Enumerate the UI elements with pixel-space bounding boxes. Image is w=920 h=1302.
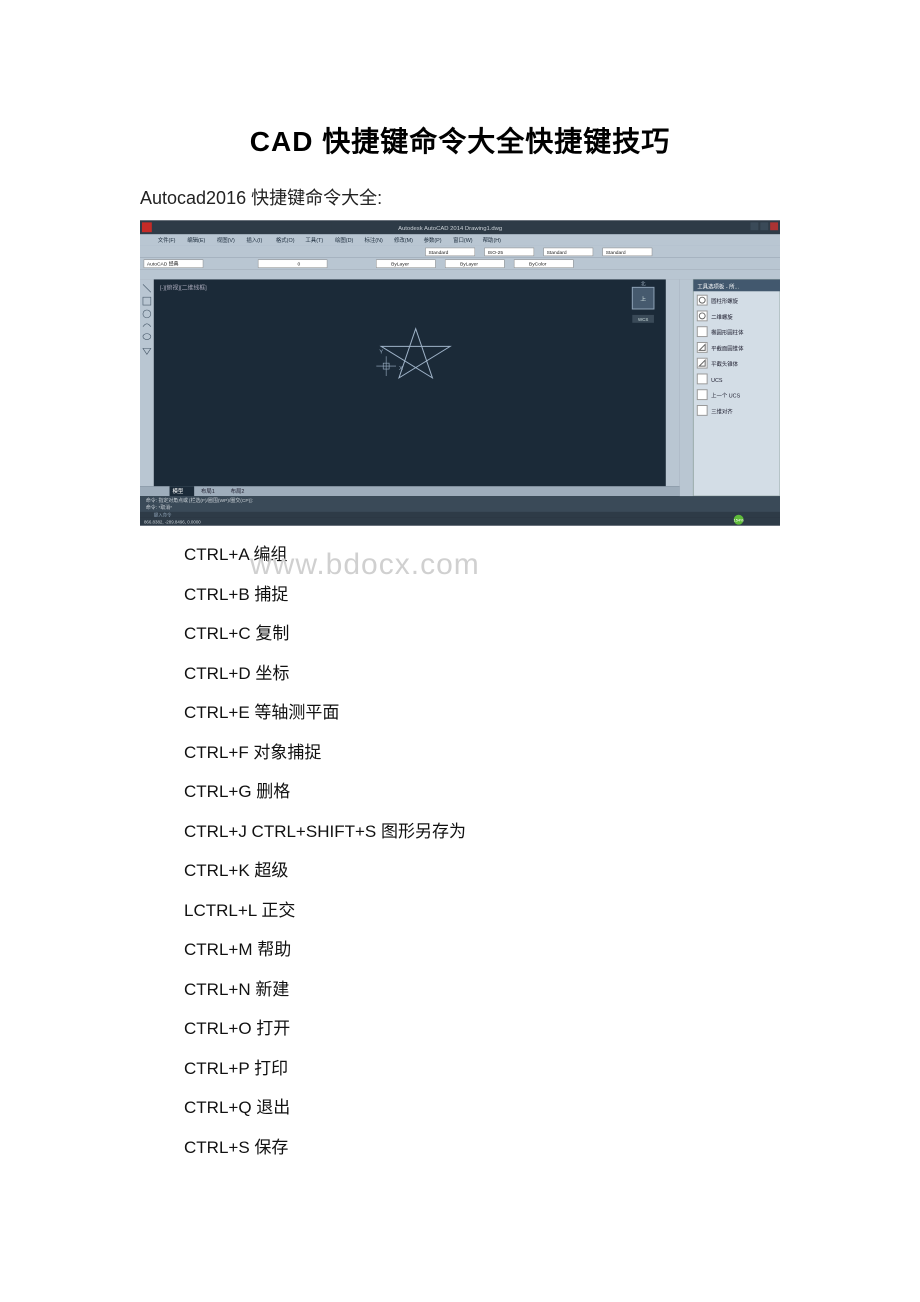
menu-modify[interactable]: 修改(M) [394,236,413,244]
command-prompt[interactable]: 键入命令 [154,512,172,519]
linetype-dd[interactable]: ByLayer [391,262,409,268]
command-last: 命令: *取消* [146,504,172,511]
style-dd-3[interactable]: Standard [547,250,567,256]
shortcut-item: LCTRL+L 正交 [184,898,780,924]
svg-text:上: 上 [640,295,646,303]
command-history: 命令: 指定对角点或 [栏选(F)/圈围(WP)/圈交(CP)]: [146,497,253,504]
quick-access-bar [154,222,331,232]
shortcut-item: CTRL+C 复制 [184,621,780,647]
svg-text:UCS: UCS [711,378,723,384]
shortcut-item: CTRL+B 捕捉 [184,582,780,608]
tab-layout2: 布局2 [231,487,245,495]
menu-window[interactable]: 窗口(W) [453,236,473,244]
svg-text:平截面圆锥体: 平截面圆锥体 [711,344,744,352]
tab-model: 模型 [172,487,183,495]
zoom-pct: 154% [734,518,745,523]
shortcut-item: CTRL+A 编组 [184,542,780,568]
svg-text:椭圆形圆柱体: 椭圆形圆柱体 [711,329,744,337]
autocad-ui-svg: Autodesk AutoCAD 2014 Drawing1.dwg 文件(F)… [140,218,780,528]
svg-text:平截头锥体: 平截头锥体 [711,360,739,368]
shortcut-item: CTRL+P 打印 [184,1056,780,1082]
svg-text:WCS: WCS [638,317,648,322]
color-dd[interactable]: ByColor [529,262,547,268]
shortcut-item: CTRL+G 删格 [184,779,780,805]
workspace-dd[interactable]: AutoCAD 经典 [147,261,179,268]
svg-text:Y: Y [379,349,383,355]
menu-file[interactable]: 文件(F) [158,236,176,244]
menu-param[interactable]: 参数(P) [424,236,442,244]
menu-edit[interactable]: 编辑(E) [187,236,205,244]
svg-text:上一个 UCS: 上一个 UCS [711,392,741,400]
style-dd-4[interactable]: Standard [606,250,626,256]
tab-layout1: 布局1 [201,487,215,495]
shortcut-list: www.bdocx.com CTRL+A 编组 CTRL+B 捕捉 CTRL+C… [140,542,780,1160]
coords: 866.8382, -289.8496, 0.0000 [144,520,201,525]
menu-dim[interactable]: 标注(N) [364,236,383,244]
shortcut-item: CTRL+Q 退出 [184,1095,780,1121]
shortcut-item: CTRL+M 帮助 [184,937,780,963]
intro-text: Autocad2016 快捷键命令大全: [140,184,780,210]
shortcut-item: CTRL+N 新建 [184,977,780,1003]
menu-tools[interactable]: 工具(T) [305,237,323,244]
layer-dd[interactable]: 0 [298,262,301,268]
style-dd-2[interactable]: ISO-25 [488,250,504,256]
svg-text:X: X [399,366,403,372]
lineweight-dd[interactable]: ByLayer [460,262,478,268]
shortcut-item: CTRL+S 保存 [184,1135,780,1161]
svg-text:三维对齐: 三维对齐 [711,407,733,415]
shortcut-item: CTRL+D 坐标 [184,661,780,687]
shortcut-item: CTRL+F 对象捕捉 [184,740,780,766]
menu-help[interactable]: 帮助(H) [483,236,502,244]
shortcut-item: CTRL+E 等轴测平面 [184,700,780,726]
shortcut-item: CTRL+K 超级 [184,858,780,884]
svg-text:二维螺旋: 二维螺旋 [711,313,733,321]
panel-title: 工具选项板 - 所... [697,282,739,290]
viewport-label: [-][俯视][二维线框] [160,283,207,291]
shortcut-item: CTRL+J CTRL+SHIFT+S 图形另存为 [184,819,780,845]
page-title: CAD 快捷键命令大全快捷键技巧 [140,120,780,160]
shortcut-item: CTRL+O 打开 [184,1016,780,1042]
menu-view[interactable]: 视图(V) [217,236,235,244]
svg-text:圆柱形螺旋: 圆柱形螺旋 [711,297,739,305]
style-dd-1[interactable]: Standard [428,250,448,256]
app-title-text: Autodesk AutoCAD 2014 Drawing1.dwg [398,226,502,232]
menu-insert[interactable]: 插入(I) [246,236,262,244]
autocad-screenshot: Autodesk AutoCAD 2014 Drawing1.dwg 文件(F)… [140,218,780,528]
menu-format[interactable]: 格式(O) [276,236,295,244]
document-page: CAD 快捷键命令大全快捷键技巧 Autocad2016 快捷键命令大全: Au… [0,0,920,1234]
svg-text:北: 北 [641,280,646,287]
menu-draw[interactable]: 绘图(D) [335,236,354,244]
